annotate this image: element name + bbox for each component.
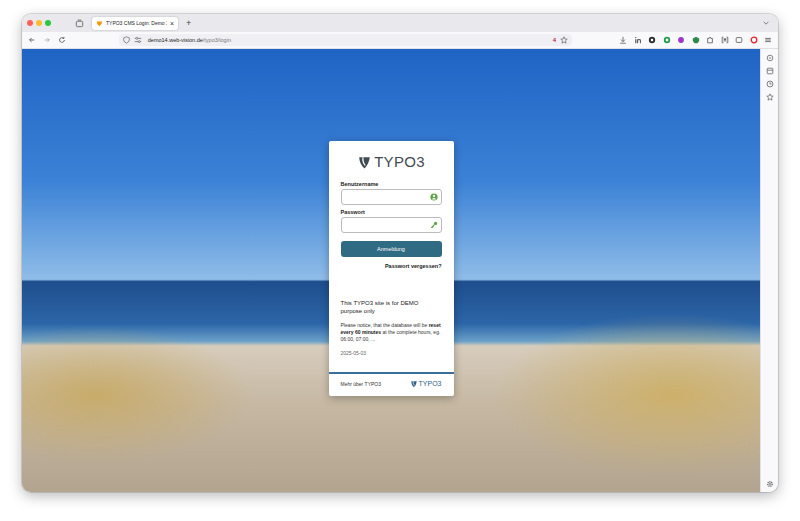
reload-icon[interactable] — [58, 36, 66, 44]
key-icon — [430, 221, 438, 229]
username-field[interactable] — [341, 189, 442, 205]
close-button[interactable] — [27, 20, 33, 26]
shield-icon[interactable] — [123, 36, 130, 44]
linkedin-icon[interactable] — [634, 36, 642, 44]
browser-tab[interactable]: TYPO3 CMS Login: Demo 14 (P × — [92, 17, 178, 30]
typo3-favicon-icon — [96, 20, 103, 27]
notice-title: This TYPO3 site is for DEMO purpose only — [341, 299, 442, 315]
menu-icon[interactable] — [764, 36, 772, 44]
notice-text: Please notice, that the database will be… — [341, 322, 442, 344]
tab-bar: TYPO3 CMS Login: Demo 14 (P × + — [22, 14, 778, 32]
forward-arrow-icon[interactable] — [43, 36, 51, 44]
zoom-button[interactable] — [45, 20, 51, 26]
typo3-logo: TYPO3 — [329, 141, 454, 177]
new-tab-button[interactable]: + — [186, 19, 191, 28]
password-label: Passwort — [341, 209, 442, 215]
tracker-count-badge[interactable]: 4 — [553, 37, 556, 43]
login-form: Benutzername Passwort Anmeldung Passwort… — [329, 177, 454, 269]
address-bar[interactable]: demo14.web-vision.de/typo3/login 4 — [119, 34, 572, 46]
demo-notice: This TYPO3 site is for DEMO purpose only… — [329, 269, 454, 372]
desktop: TYPO3 CMS Login: Demo 14 (P × + demo14.w… — [0, 0, 800, 521]
card-footer: Mehr über TYPO3 TYPO3 — [329, 372, 454, 396]
username-input[interactable] — [345, 194, 428, 200]
more-about-link[interactable]: Mehr über TYPO3 — [341, 381, 381, 387]
tab-overview-icon[interactable] — [75, 19, 84, 28]
url-text: demo14.web-vision.de/typo3/login — [148, 37, 231, 43]
login-button[interactable]: Anmeldung — [341, 241, 442, 257]
page-area: TYPO3 Benutzername Passwort Anmeldung Pa… — [22, 49, 778, 492]
extension-green-icon[interactable] — [663, 36, 671, 44]
background-photo: TYPO3 Benutzername Passwort Anmeldung Pa… — [22, 49, 760, 492]
notice-date: 2025-05-03 — [341, 350, 442, 356]
browser-window: TYPO3 CMS Login: Demo 14 (P × + demo14.w… — [22, 14, 778, 492]
password-input[interactable] — [345, 222, 428, 228]
forgot-password-link[interactable]: Passwort vergessen? — [385, 263, 442, 269]
navigation-bar: demo14.web-vision.de/typo3/login 4 — [22, 32, 778, 49]
extension-purple-icon[interactable] — [677, 36, 685, 44]
extension-red-icon[interactable] — [750, 36, 758, 44]
minimize-button[interactable] — [36, 20, 42, 26]
extension-dark-icon[interactable] — [648, 36, 656, 44]
user-icon — [430, 193, 438, 201]
footer-logo[interactable]: TYPO3 — [410, 380, 442, 388]
site-settings-icon[interactable] — [134, 36, 142, 44]
sidebar-history-icon[interactable] — [766, 80, 774, 88]
tab-title: TYPO3 CMS Login: Demo 14 (P — [106, 20, 167, 26]
extension-shield-icon[interactable] — [692, 36, 700, 44]
window-controls — [27, 20, 51, 26]
extensions-toolbar — [619, 36, 772, 44]
logo-text: TYPO3 — [374, 154, 425, 171]
extension-brackets-icon[interactable] — [721, 36, 729, 44]
download-icon[interactable] — [619, 36, 627, 44]
username-label: Benutzername — [341, 181, 442, 187]
extension-window-icon[interactable] — [735, 36, 743, 44]
back-arrow-icon[interactable] — [28, 36, 36, 44]
bookmark-star-icon[interactable] — [560, 36, 568, 44]
footer-logo-text: TYPO3 — [419, 380, 442, 387]
sidebar-tabs-icon[interactable] — [766, 67, 774, 75]
sidebar-ai-icon[interactable] — [766, 54, 774, 62]
typo3-logo-icon — [357, 155, 372, 170]
tab-list-chevron-icon[interactable] — [762, 19, 770, 27]
sidebar-bookmarks-icon[interactable] — [766, 93, 774, 101]
typo3-small-logo-icon — [410, 380, 418, 388]
password-field[interactable] — [341, 217, 442, 233]
login-card: TYPO3 Benutzername Passwort Anmeldung Pa… — [329, 141, 454, 395]
extension-puzzle-icon[interactable] — [706, 36, 714, 44]
browser-sidebar — [760, 49, 778, 492]
sidebar-settings-gear-icon[interactable] — [766, 480, 774, 488]
tab-close-button[interactable]: × — [170, 20, 174, 27]
